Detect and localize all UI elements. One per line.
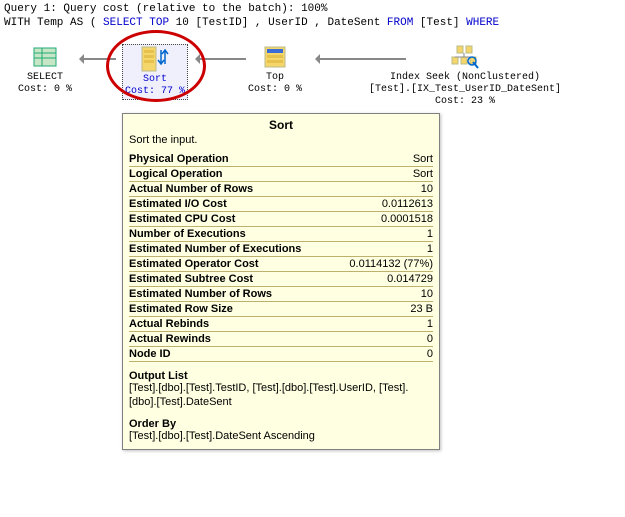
op-label: Top xyxy=(266,72,284,83)
tooltip-row-key: Estimated Subtree Cost xyxy=(129,272,329,287)
tooltip-row-key: Estimated Number of Rows xyxy=(129,287,329,302)
tooltip-row-value: 0.0114132 (77%) xyxy=(329,257,433,272)
tooltip-row: Estimated I/O Cost0.0112613 xyxy=(129,197,433,212)
tooltip-row-value: Sort xyxy=(329,152,433,167)
tooltip-row-key: Actual Rewinds xyxy=(129,332,329,347)
index-seek-icon xyxy=(450,44,480,70)
tooltip-description: Sort the input. xyxy=(129,134,433,146)
select-icon xyxy=(32,44,58,70)
tooltip-row: Estimated Row Size23 B xyxy=(129,302,433,317)
tooltip-row-key: Number of Executions xyxy=(129,227,329,242)
tooltip-row: Estimated CPU Cost0.0001518 xyxy=(129,212,433,227)
tooltip-row-key: Physical Operation xyxy=(129,152,329,167)
tooltip-properties-table: Physical OperationSortLogical OperationS… xyxy=(129,152,433,362)
op-label: SELECT xyxy=(27,72,63,83)
tooltip-row-key: Actual Number of Rows xyxy=(129,182,329,197)
operator-tooltip: Sort Sort the input. Physical OperationS… xyxy=(122,113,440,450)
tooltip-row-value: 0.0112613 xyxy=(329,197,433,212)
tooltip-title: Sort xyxy=(129,118,433,132)
tooltip-row-key: Estimated I/O Cost xyxy=(129,197,329,212)
tooltip-row: Actual Rebinds1 xyxy=(129,317,433,332)
tooltip-row-value: 23 B xyxy=(329,302,433,317)
header-line1-pct: 100% xyxy=(301,3,327,15)
tooltip-row-value: 1 xyxy=(329,317,433,332)
tooltip-row-value: Sort xyxy=(329,167,433,182)
op-detail: [Test].[IX_Test_UserID_DateSent] xyxy=(369,84,561,95)
tooltip-row-key: Estimated CPU Cost xyxy=(129,212,329,227)
sql-cols: [TestID] , UserID , DateSent xyxy=(189,17,387,29)
sql-with: WITH Temp AS ( xyxy=(4,17,103,29)
tooltip-row-key: Estimated Row Size xyxy=(129,302,329,317)
tooltip-row: Estimated Number of Executions1 xyxy=(129,242,433,257)
op-label: Sort xyxy=(143,74,167,85)
tooltip-row: Estimated Operator Cost0.0114132 (77%) xyxy=(129,257,433,272)
sql-where: WHERE xyxy=(466,17,499,29)
sql-from: FROM xyxy=(387,17,413,29)
tooltip-row-value: 10 xyxy=(329,182,433,197)
tooltip-orderby-body: [Test].[dbo].[Test].DateSent Ascending xyxy=(129,430,433,444)
tooltip-output-title: Output List xyxy=(129,370,433,382)
tooltip-row: Logical OperationSort xyxy=(129,167,433,182)
tooltip-row-value: 0 xyxy=(329,347,433,362)
op-cost: Cost: 0 % xyxy=(225,84,325,96)
top-icon xyxy=(262,44,288,70)
tooltip-row-key: Logical Operation xyxy=(129,167,329,182)
sql-topn: 10 xyxy=(176,17,189,29)
tooltip-row-key: Estimated Operator Cost xyxy=(129,257,329,272)
tooltip-row: Node ID0 xyxy=(129,347,433,362)
plan-op-top[interactable]: Top Cost: 0 % xyxy=(225,44,325,96)
sql-table: [Test] xyxy=(413,17,466,29)
query-header-line2: WITH Temp AS ( SELECT TOP 10 [TestID] , … xyxy=(4,16,621,30)
tooltip-row: Estimated Subtree Cost0.014729 xyxy=(129,272,433,287)
tooltip-orderby-title: Order By xyxy=(129,418,433,430)
tooltip-row-value: 1 xyxy=(329,227,433,242)
tooltip-row-value: 0 xyxy=(329,332,433,347)
op-cost: Cost: 0 % xyxy=(0,84,95,96)
query-header: Query 1: Query cost (relative to the bat… xyxy=(0,0,625,34)
tooltip-row: Actual Rewinds0 xyxy=(129,332,433,347)
tooltip-row-value: 10 xyxy=(329,287,433,302)
query-header-line1: Query 1: Query cost (relative to the bat… xyxy=(4,2,621,16)
tooltip-row-key: Node ID xyxy=(129,347,329,362)
tooltip-output-body: [Test].[dbo].[Test].TestID, [Test].[dbo]… xyxy=(129,382,433,410)
header-line1-prefix: Query 1: Query cost (relative to the bat… xyxy=(4,3,301,15)
tooltip-row-value: 1 xyxy=(329,242,433,257)
plan-op-select[interactable]: SELECT Cost: 0 % xyxy=(0,44,95,96)
op-label: Index Seek (NonClustered) xyxy=(390,72,540,83)
tooltip-row: Physical OperationSort xyxy=(129,152,433,167)
tooltip-row-key: Estimated Number of Executions xyxy=(129,242,329,257)
tooltip-row-value: 0.014729 xyxy=(329,272,433,287)
tooltip-row: Estimated Number of Rows10 xyxy=(129,287,433,302)
sql-select-top: SELECT TOP xyxy=(103,17,176,29)
tooltip-row: Number of Executions1 xyxy=(129,227,433,242)
execution-plan-canvas[interactable]: SELECT Cost: 0 % Sort Cost: 77 % Top Cos… xyxy=(0,34,625,114)
op-cost: Cost: 77 % xyxy=(125,86,185,98)
tooltip-row-key: Actual Rebinds xyxy=(129,317,329,332)
plan-op-index-seek[interactable]: Index Seek (NonClustered) [Test].[IX_Tes… xyxy=(355,44,575,108)
sort-icon xyxy=(141,46,169,72)
op-cost: Cost: 23 % xyxy=(355,96,575,108)
plan-op-sort[interactable]: Sort Cost: 77 % xyxy=(105,44,205,100)
tooltip-row-value: 0.0001518 xyxy=(329,212,433,227)
tooltip-row: Actual Number of Rows10 xyxy=(129,182,433,197)
